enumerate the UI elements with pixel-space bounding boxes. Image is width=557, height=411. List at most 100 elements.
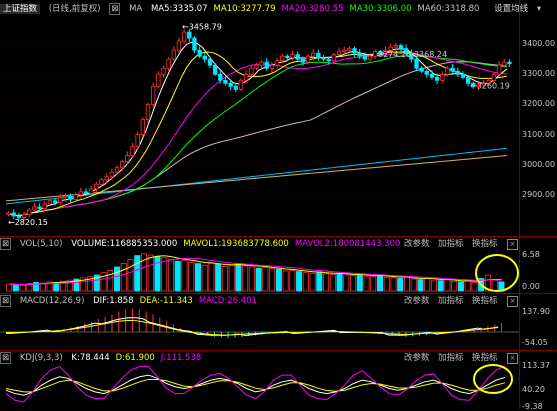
volume-bar (215, 263, 222, 292)
axis-tick-label: -9.38 (522, 401, 543, 411)
down-candle (11, 212, 16, 217)
down-candle (83, 191, 89, 194)
up-candle (47, 200, 53, 205)
volume-bar (457, 281, 464, 292)
down-candle (326, 58, 331, 62)
highlight-circle (473, 364, 513, 394)
up-candle (150, 85, 156, 105)
up-candle (176, 40, 182, 51)
volume-bar (289, 270, 296, 292)
volume-bar (19, 284, 26, 292)
up-candle (238, 79, 244, 90)
up-candle (491, 73, 497, 81)
volume-bar (113, 266, 121, 292)
down-candle (321, 57, 326, 60)
down-candle (218, 73, 223, 81)
up-candle (269, 64, 275, 69)
up-candle (259, 61, 264, 66)
volume-bar (417, 279, 424, 292)
volume-bar (336, 272, 343, 292)
down-candle (207, 58, 213, 66)
up-candle (347, 48, 352, 51)
volume-bar (363, 275, 370, 292)
up-candle (440, 73, 445, 81)
volume-bar (444, 279, 451, 292)
up-candle (445, 67, 450, 75)
volume-bar (127, 259, 134, 292)
down-candle (357, 52, 362, 57)
volume-bar (120, 263, 127, 292)
up-candle (331, 54, 337, 62)
volume-bar (181, 259, 188, 292)
macd-panel[interactable]: ⊠ MACD(12,26,9) DIF:1.858 DEA:-11.343 MACD… (0, 294, 557, 350)
up-candle (156, 73, 161, 87)
range-annotation: 3274.26-3368.24 (378, 50, 447, 59)
volume-bar (167, 259, 174, 292)
kdj-panel[interactable]: ⊠ KDJ(9,3,3) K:78.444 D:61.900 J:111.538 改… (0, 351, 557, 411)
axis-tick-label: 3400.00 (522, 39, 556, 49)
down-candle (316, 52, 321, 59)
volume-bar (464, 280, 471, 292)
macd-chart (0, 308, 519, 339)
down-candle (352, 48, 357, 54)
kdj-axis: 113.37 40.20 -9.38 (520, 351, 557, 411)
volume-bar (248, 266, 255, 292)
axis-tick-label: 3200.00 (522, 99, 556, 109)
volume-bar (235, 263, 242, 292)
volume-bar (282, 270, 289, 292)
down-candle (424, 70, 429, 75)
axis-tick-label: 3000.00 (522, 159, 556, 169)
volume-bar (208, 262, 215, 292)
up-candle (305, 55, 311, 63)
volume-bar (370, 276, 377, 292)
price-axis: 3400.00 3300.00 3200.00 3100.00 3000.00 2900.… (520, 0, 557, 236)
volume-bar (424, 277, 431, 292)
up-candle (130, 146, 135, 157)
volume-bar (296, 271, 303, 292)
volume-bar (262, 267, 269, 292)
volume-axis: 6.58 0.00 (520, 237, 557, 293)
up-candle (89, 188, 94, 194)
down-candle (233, 85, 238, 90)
down-candle (37, 206, 42, 209)
volume-bar (302, 272, 309, 292)
up-candle (58, 197, 63, 203)
up-candle (311, 52, 316, 57)
axis-tick-label: 3300.00 (522, 69, 556, 79)
axis-tick-label: -54.05 (522, 338, 548, 347)
up-candle (78, 191, 84, 196)
axis-tick-label: 3100.00 (522, 129, 556, 139)
down-candle (398, 45, 404, 50)
up-candle (280, 55, 285, 62)
volume-bar (350, 275, 357, 292)
dif-line (5, 317, 499, 337)
volume-bar (309, 272, 316, 292)
up-candle (6, 212, 11, 215)
up-candle (109, 171, 115, 178)
axis-tick-label: 0.00 (522, 282, 540, 291)
volume-bar (201, 264, 208, 292)
up-candle (502, 61, 507, 66)
volume-bar (403, 276, 410, 292)
volume-bar (6, 283, 13, 292)
down-candle (414, 58, 419, 69)
kdj-chart (5, 364, 513, 403)
volume-bar (275, 268, 282, 292)
down-candle (300, 58, 306, 63)
down-candle (419, 67, 424, 72)
up-candle (125, 155, 130, 163)
down-candle (362, 55, 368, 60)
volume-bar (161, 257, 168, 292)
volume-panel[interactable]: ⊠ VOL(5,10) VOLUME:116885353.000 MAVOL1:1… (0, 237, 557, 293)
volume-bar (154, 256, 161, 292)
main-chart-panel[interactable]: 上证指数 (日线,前复权) ⊠ MA MA5:3335.07 MA10:3277.… (0, 0, 557, 236)
volume-bar (437, 280, 444, 292)
down-candle (202, 55, 207, 60)
down-candle (285, 55, 290, 59)
volume-bar (451, 280, 458, 292)
up-candle (99, 179, 104, 185)
up-candle (181, 31, 187, 42)
volume-bar (12, 284, 19, 292)
volume-bar (269, 268, 276, 292)
up-candle (27, 209, 32, 215)
